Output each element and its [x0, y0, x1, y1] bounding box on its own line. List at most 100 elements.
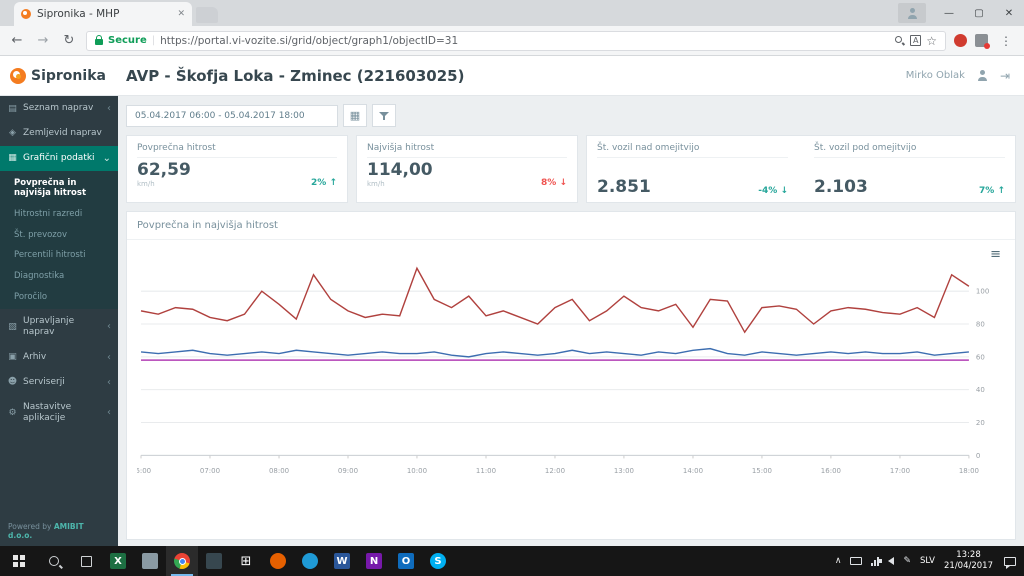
svg-text:11:00: 11:00 — [476, 466, 497, 475]
chart-menu-button[interactable]: ≡ — [990, 248, 1001, 261]
card-najvisja-hitrost: Najvišja hitrost 114,00 km/h 8% ↓ — [356, 135, 578, 203]
sidebar-item-arhiv[interactable]: ▣ Arhiv ‹ — [0, 345, 118, 370]
translate-icon[interactable]: A — [910, 35, 922, 46]
delta-value: 2% — [311, 178, 327, 188]
sidebar-subitem-povprecna-najvisja-hitrost[interactable]: Povprečna in najvišja hitrost — [0, 173, 118, 204]
delta-value: -4% — [758, 186, 778, 196]
app-blue-icon — [302, 553, 318, 569]
minimize-button[interactable]: — — [934, 0, 964, 26]
svg-text:08:00: 08:00 — [269, 466, 290, 475]
filter-funnel-icon — [379, 111, 389, 121]
tray-chevron-icon[interactable]: ∧ — [835, 556, 842, 566]
chevron-left-icon: ‹ — [107, 376, 111, 388]
secure-label[interactable]: Secure — [108, 35, 147, 46]
svg-text:80: 80 — [976, 320, 985, 329]
app-body: ▤ Seznam naprav ‹ ◈ Zemljevid naprav ▦ G… — [0, 96, 1024, 546]
page-title: AVP - Škofja Loka - Zminec (221603025) — [126, 66, 465, 85]
file-explorer-icon — [142, 553, 158, 569]
chevron-down-icon: ⌄ — [102, 152, 111, 164]
browser-profile-button[interactable] — [898, 3, 926, 23]
user-icon[interactable] — [977, 70, 988, 81]
taskbar-app-word[interactable]: W — [326, 546, 358, 576]
sidebar-item-graficni-podatki[interactable]: ▦ Grafični podatki ⌄ — [0, 145, 118, 171]
clock[interactable]: 13:28 21/04/2017 — [944, 550, 993, 571]
logout-icon[interactable]: ⇥ — [1000, 69, 1010, 83]
extension-red-icon[interactable] — [954, 34, 967, 47]
sidebar-subitem-st-prevozov[interactable]: Št. prevozov — [0, 225, 118, 246]
taskbar-app-app-dark[interactable] — [198, 546, 230, 576]
trend-arrow-icon: ↑ — [997, 186, 1005, 196]
language-indicator[interactable]: SLV — [920, 556, 935, 566]
card-title: Povprečna hitrost — [137, 143, 337, 158]
sidebar-subitem-percentili-hitrosti[interactable]: Percentili hitrosti — [0, 245, 118, 266]
refresh-icon[interactable]: ↻ — [60, 33, 78, 48]
sidebar-subitem-diagnostika[interactable]: Diagnostika — [0, 266, 118, 287]
taskbar-app-store[interactable]: ⊞ — [230, 546, 262, 576]
volume-icon[interactable] — [879, 557, 895, 565]
pen-icon[interactable]: ✎ — [903, 556, 911, 566]
new-tab-button[interactable] — [196, 7, 218, 23]
taskbar-app-file-explorer[interactable] — [134, 546, 166, 576]
svg-text:09:00: 09:00 — [338, 466, 359, 475]
trend-arrow-icon: ↓ — [559, 178, 567, 188]
taskbar-search-icon — [49, 556, 59, 566]
taskbar-app-outlook[interactable]: O — [390, 546, 422, 576]
tab-title: Sipronika - MHP — [37, 8, 120, 20]
store-icon: ⊞ — [240, 553, 252, 569]
taskbar-app-chrome[interactable] — [166, 546, 198, 576]
maximize-button[interactable]: ▢ — [964, 0, 994, 26]
sidebar-item-serviserji[interactable]: ☻ Serviserji ‹ — [0, 370, 118, 395]
card-value: 62,59 — [137, 160, 191, 180]
card-body: 62,59 km/h 2% ↑ — [137, 158, 337, 189]
taskbar-app-onenote[interactable]: N — [358, 546, 390, 576]
svg-text:07:00: 07:00 — [200, 466, 221, 475]
user-name: Mirko Oblak — [905, 70, 965, 81]
brand[interactable]: Sipronika — [0, 67, 118, 84]
screen: Sipronika - MHP ✕ — ▢ ✕ ← → ↻ Secure | h… — [0, 0, 1024, 576]
chevron-left-icon: ‹ — [107, 407, 111, 419]
chart-panel: Povprečna in najvišja hitrost ≡ 0 20 40 60 8… — [126, 211, 1016, 540]
sidebar-subitem-porocilo[interactable]: Poročilo — [0, 287, 118, 308]
date-range-input[interactable]: 05.04.2017 06:00 - 05.04.2017 18:00 — [126, 104, 338, 127]
zoom-search-icon[interactable] — [895, 35, 905, 46]
filter-button[interactable] — [372, 104, 396, 127]
card-body: 2.103 7% ↑ — [814, 158, 1005, 197]
card-value: 2.103 — [814, 177, 868, 197]
taskbar-search-button[interactable] — [38, 546, 70, 576]
url-text[interactable]: https://portal.vi-vozite.si/grid/object/… — [160, 35, 890, 47]
profile-icon — [907, 7, 918, 19]
extension-gray-icon[interactable] — [975, 34, 990, 49]
sidebar-subitem-hitrostni-razredi[interactable]: Hitrostni razredi — [0, 204, 118, 225]
tab-close-icon[interactable]: ✕ — [177, 9, 185, 19]
taskbar-app-app-blue[interactable] — [294, 546, 326, 576]
forward-icon[interactable]: → — [34, 33, 52, 48]
action-center-icon[interactable] — [1004, 556, 1016, 569]
firefox-icon — [270, 553, 286, 569]
network-icon[interactable] — [871, 556, 880, 566]
list-icon: ▤ — [8, 103, 17, 114]
close-button[interactable]: ✕ — [994, 0, 1024, 26]
browser-tab[interactable]: Sipronika - MHP ✕ — [14, 2, 192, 26]
task-view-button[interactable] — [70, 546, 102, 576]
taskbar-app-skype[interactable]: S — [422, 546, 454, 576]
date-toolbar: 05.04.2017 06:00 - 05.04.2017 18:00 ▦ — [126, 104, 1016, 127]
sidebar-item-seznam-naprav[interactable]: ▤ Seznam naprav ‹ — [0, 96, 118, 121]
browser-menu-icon[interactable]: ⋮ — [996, 34, 1016, 48]
monitor-icon[interactable] — [850, 557, 863, 565]
back-icon[interactable]: ← — [8, 33, 26, 48]
svg-text:20: 20 — [976, 418, 985, 427]
sidebar-item-nastavitve-aplikacije[interactable]: ⚙ Nastavitve aplikacije ‹ — [0, 395, 118, 431]
bookmark-star-icon[interactable]: ☆ — [926, 34, 937, 48]
excel-icon: X — [110, 553, 126, 569]
sidebar-item-zemljevid-naprav[interactable]: ◈ Zemljevid naprav — [0, 121, 118, 146]
start-button[interactable] — [0, 546, 38, 576]
map-icon: ◈ — [9, 128, 16, 139]
url-bar[interactable]: Secure | https://portal.vi-vozite.si/gri… — [86, 30, 946, 51]
svg-text:0: 0 — [976, 451, 981, 460]
taskbar-app-excel[interactable]: X — [102, 546, 134, 576]
taskbar-app-firefox[interactable] — [262, 546, 294, 576]
chevron-left-icon: ‹ — [107, 321, 111, 333]
sidebar-item-upravljanje-naprav[interactable]: ▧ Upravljanje naprav ‹ — [0, 309, 118, 345]
calendar-button[interactable]: ▦ — [343, 104, 367, 127]
